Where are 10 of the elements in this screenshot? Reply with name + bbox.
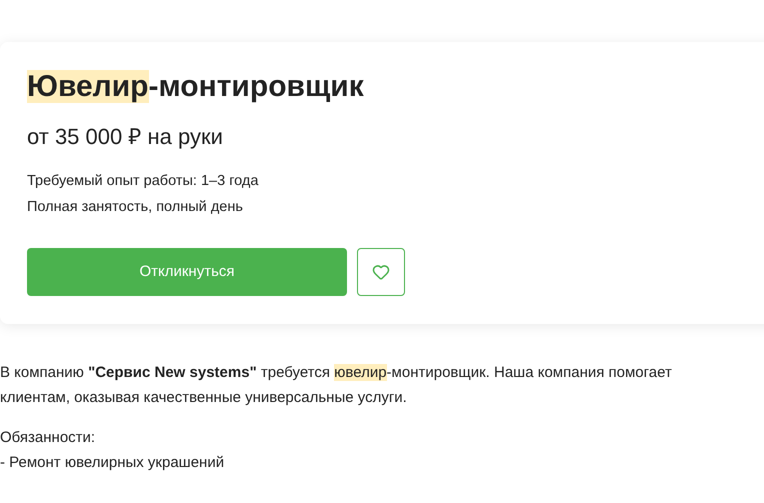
favorite-button[interactable]: [357, 248, 405, 296]
salary: от 35 000 ₽ на руки: [27, 123, 223, 151]
vacancy-detail: Требуемый опыт работы: 1–3 года: [27, 172, 258, 191]
heart-icon: [372, 263, 390, 281]
description-paragraph: В компанию "Сервис New systems" требуется ювелир-монтировщик. Наша компания помогает клиентам, оказывая качественные универсальные услуги.: [0, 363, 673, 408]
vacancy-detail: Полная занятость, полный день: [27, 198, 243, 217]
vacancy-title: Ювелир-монтировщик: [27, 69, 364, 105]
apply-button[interactable]: Откликнуться: [27, 248, 347, 296]
description-line: - Ремонт ювелирных украшений: [0, 453, 224, 473]
description-line: Обязанности:: [0, 428, 96, 448]
